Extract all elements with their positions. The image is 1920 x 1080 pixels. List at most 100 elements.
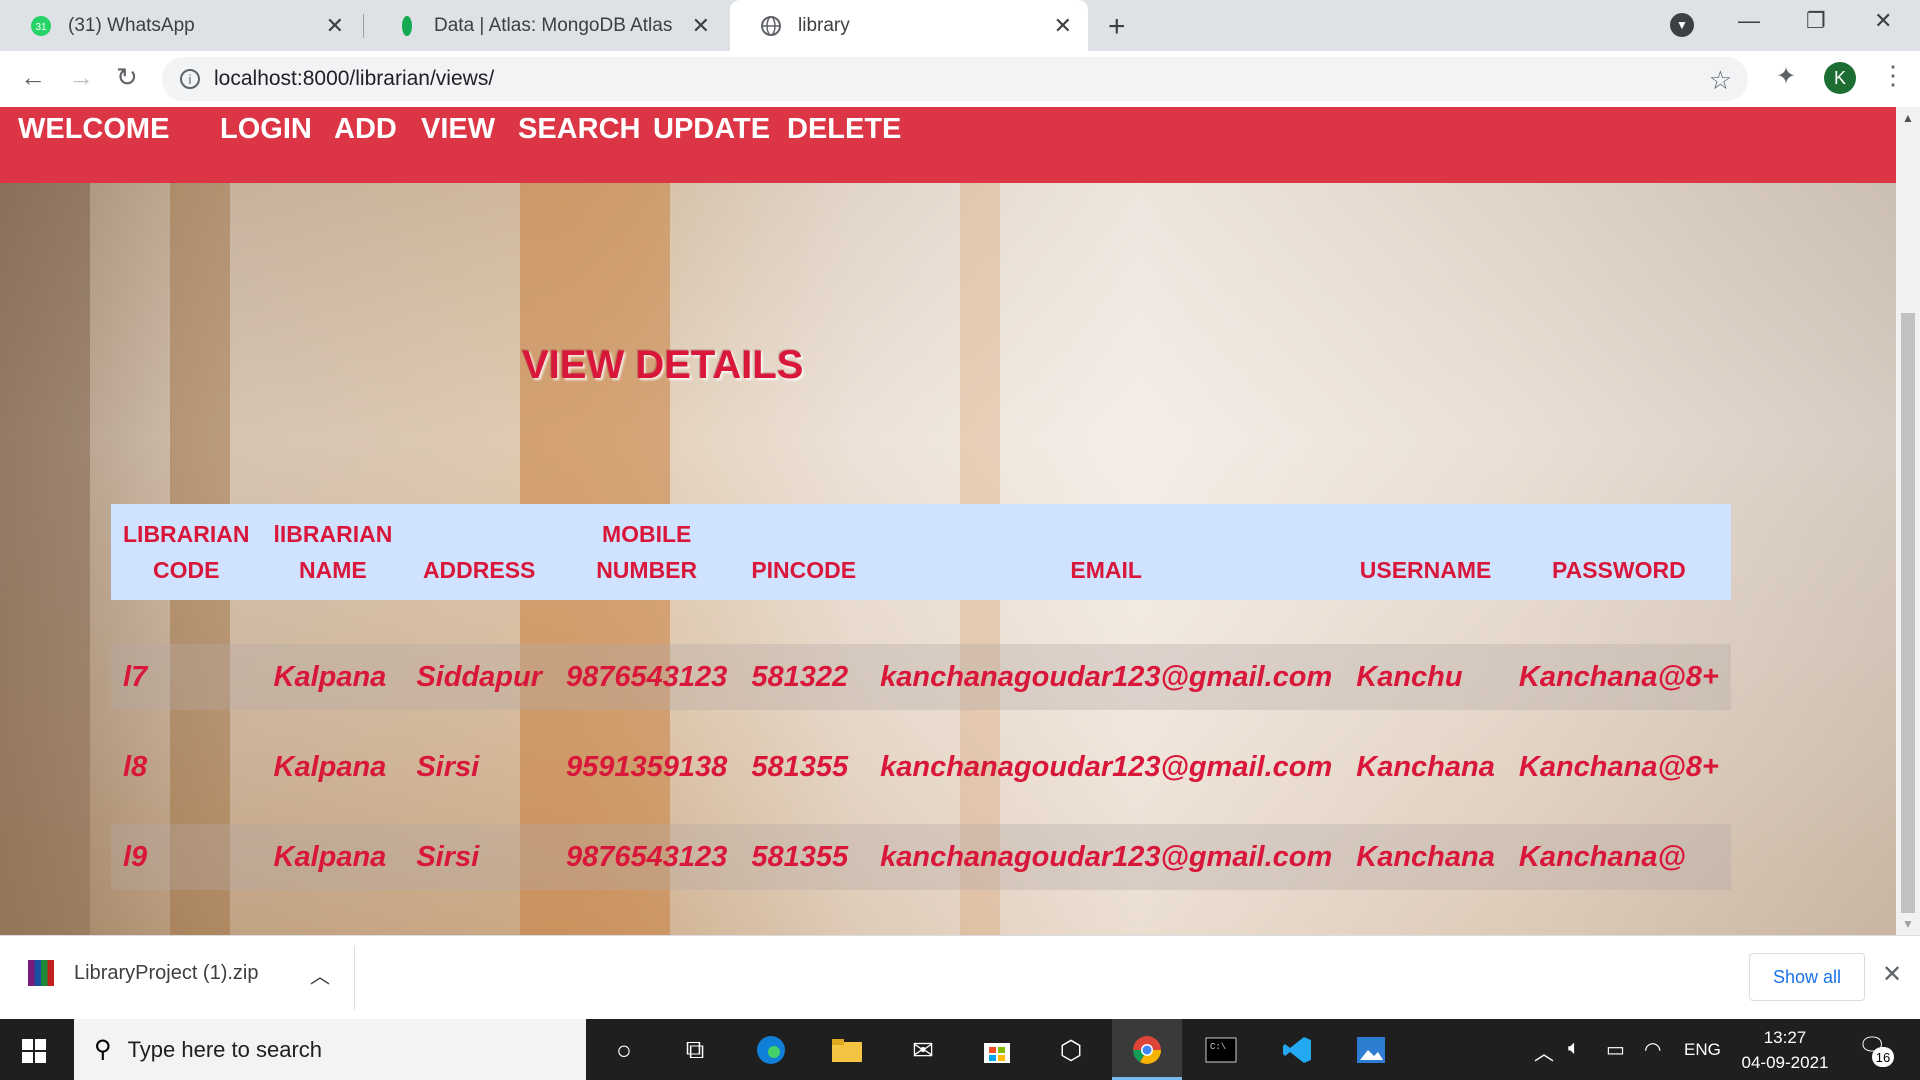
- edge-icon[interactable]: [754, 1033, 788, 1067]
- tab-whatsapp[interactable]: 31 (31) WhatsApp ✕: [0, 0, 360, 51]
- download-item[interactable]: LibraryProject (1).zip: [28, 960, 259, 986]
- header-librarian-code: LIBRARIAN CODE: [123, 521, 250, 583]
- notification-center-icon[interactable]: 🗨︎ 16: [1858, 1033, 1894, 1067]
- tab-library[interactable]: library ✕: [730, 0, 1088, 51]
- header-librarian-name: lIBRARIAN NAME: [273, 521, 393, 583]
- chevron-up-icon[interactable]: ︿: [310, 960, 330, 989]
- new-tab-button[interactable]: +: [1108, 10, 1126, 44]
- tab-strip: 31 (31) WhatsApp ✕ Data | Atlas: MongoDB…: [0, 0, 1920, 51]
- scrollbar-thumb[interactable]: [1901, 313, 1915, 913]
- header-pincode: PINCODE: [751, 557, 857, 583]
- cell-name: Kalpana: [273, 660, 387, 693]
- clock-time: 13:27: [1763, 1028, 1807, 1047]
- cell-password: Kanchana@8+: [1518, 750, 1719, 783]
- profile-avatar[interactable]: K: [1824, 62, 1856, 94]
- nav-view[interactable]: VIEW: [421, 113, 495, 146]
- table-row: l9 Kalpana Sirsi 9876543123 581355 kanch…: [111, 824, 1731, 890]
- table-row: l8 Kalpana Sirsi 9591359138 581355 kanch…: [111, 734, 1731, 800]
- battery-icon[interactable]: ▭: [1606, 1037, 1625, 1062]
- cell-email: kanchanagoudar123@gmail.com: [880, 660, 1333, 693]
- close-tab-icon[interactable]: ✕: [326, 13, 344, 39]
- nav-brand[interactable]: WELCOME: [18, 113, 169, 146]
- table-gap: [111, 600, 1731, 644]
- header-address: ADDRESS: [422, 557, 536, 583]
- close-tab-icon[interactable]: ✕: [1054, 13, 1072, 39]
- tab-mongodb-atlas[interactable]: Data | Atlas: MongoDB Atlas ✕: [366, 0, 726, 51]
- cell-username: Kanchu: [1356, 660, 1463, 693]
- nav-update[interactable]: UPDATE: [653, 113, 770, 146]
- taskbar-search-box[interactable]: ⚲ Type here to search: [74, 1019, 586, 1080]
- site-info-icon[interactable]: i: [180, 69, 200, 89]
- restore-icon[interactable]: ❐: [1806, 8, 1826, 34]
- cell-username: Kanchana: [1356, 840, 1495, 873]
- scroll-up-icon[interactable]: ▲: [1902, 111, 1914, 125]
- language-indicator[interactable]: ENG: [1684, 1040, 1721, 1060]
- cell-address: Sirsi: [416, 840, 480, 873]
- header-mobile-number: MOBILE NUMBER: [596, 521, 698, 583]
- cell-name: Kalpana: [273, 840, 387, 873]
- photos-icon[interactable]: [1354, 1033, 1388, 1067]
- cell-pincode: 581355: [751, 840, 849, 873]
- minimize-icon[interactable]: —: [1738, 8, 1760, 34]
- volume-icon[interactable]: 🔈︎: [1568, 1037, 1580, 1060]
- nav-login[interactable]: LOGIN: [220, 113, 312, 146]
- vscode-icon[interactable]: [1280, 1033, 1314, 1067]
- show-all-button[interactable]: Show all: [1749, 953, 1865, 1001]
- cell-mobile: 9876543123: [566, 660, 728, 693]
- download-filename: LibraryProject (1).zip: [74, 961, 259, 984]
- reload-icon[interactable]: ↻: [116, 62, 138, 93]
- svg-text:31: 31: [35, 22, 47, 33]
- task-view-icon[interactable]: ⧉: [678, 1033, 712, 1067]
- address-bar[interactable]: i localhost:8000/librarian/views/ ☆: [162, 57, 1748, 101]
- cell-pincode: 581355: [751, 750, 849, 783]
- site-navbar: WELCOME LOGIN ADD VIEW SEARCH UPDATE DEL…: [0, 107, 1896, 183]
- nav-add[interactable]: ADD: [334, 113, 397, 146]
- divider: [354, 946, 355, 1010]
- back-icon[interactable]: ←: [20, 62, 46, 93]
- cell-email: kanchanagoudar123@gmail.com: [880, 750, 1333, 783]
- nav-search[interactable]: SEARCH: [518, 113, 640, 146]
- page-viewport: WELCOME LOGIN ADD VIEW SEARCH UPDATE DEL…: [0, 107, 1896, 935]
- cortana-icon[interactable]: ○: [607, 1033, 641, 1067]
- close-tab-icon[interactable]: ✕: [692, 13, 710, 39]
- clock-date: 04-09-2021: [1741, 1053, 1829, 1072]
- chrome-icon[interactable]: [1130, 1033, 1164, 1067]
- close-window-icon[interactable]: ✕: [1874, 8, 1892, 34]
- winrar-archive-icon: [28, 960, 54, 986]
- bookmark-star-icon[interactable]: ☆: [1709, 65, 1732, 96]
- wifi-icon[interactable]: ◠: [1644, 1037, 1661, 1062]
- whatsapp-icon: 31: [30, 15, 52, 37]
- cell-pincode: 581322: [751, 660, 849, 693]
- browser-menu-icon[interactable]: ⋮: [1880, 60, 1906, 91]
- scroll-down-icon[interactable]: ▼: [1902, 917, 1914, 931]
- system-clock[interactable]: 13:27 04-09-2021: [1730, 1025, 1840, 1075]
- page-title: VIEW DETAILS: [522, 343, 804, 387]
- cell-password: Kanchana@: [1518, 840, 1686, 873]
- page-scrollbar[interactable]: ▲ ▼: [1896, 107, 1920, 935]
- windows-start-icon[interactable]: [22, 1039, 46, 1063]
- cube-app-icon[interactable]: ⬡: [1054, 1033, 1088, 1067]
- tab-label: Data | Atlas: MongoDB Atlas: [434, 14, 673, 36]
- background-bookshelf: [0, 107, 90, 935]
- cell-code: l9: [123, 840, 148, 873]
- mail-icon[interactable]: ✉: [906, 1033, 940, 1067]
- close-icon[interactable]: ✕: [1882, 960, 1902, 989]
- terminal-icon[interactable]: C:\: [1204, 1033, 1238, 1067]
- tab-search-icon[interactable]: ▼: [1670, 13, 1694, 37]
- svg-text:C:\: C:\: [1210, 1042, 1226, 1052]
- cell-address: Sirsi: [416, 750, 480, 783]
- nav-delete[interactable]: DELETE: [787, 113, 901, 146]
- microsoft-store-icon[interactable]: [980, 1033, 1014, 1067]
- search-icon: ⚲: [94, 1036, 112, 1063]
- header-password: PASSWORD: [1551, 557, 1686, 583]
- notification-count-badge: 16: [1872, 1047, 1894, 1067]
- search-placeholder: Type here to search: [127, 1036, 323, 1062]
- chevron-up-icon[interactable]: ︿: [1534, 1037, 1554, 1066]
- extensions-puzzle-icon[interactable]: ✦: [1776, 62, 1796, 91]
- cell-mobile: 9591359138: [566, 750, 728, 783]
- table-header-row: LIBRARIAN CODE lIBRARIAN NAME ADDRESS MOBI…: [111, 504, 1731, 600]
- forward-icon[interactable]: →: [68, 62, 94, 93]
- mongodb-leaf-icon: [396, 15, 418, 37]
- globe-icon: [760, 15, 782, 37]
- file-explorer-icon[interactable]: [830, 1033, 864, 1067]
